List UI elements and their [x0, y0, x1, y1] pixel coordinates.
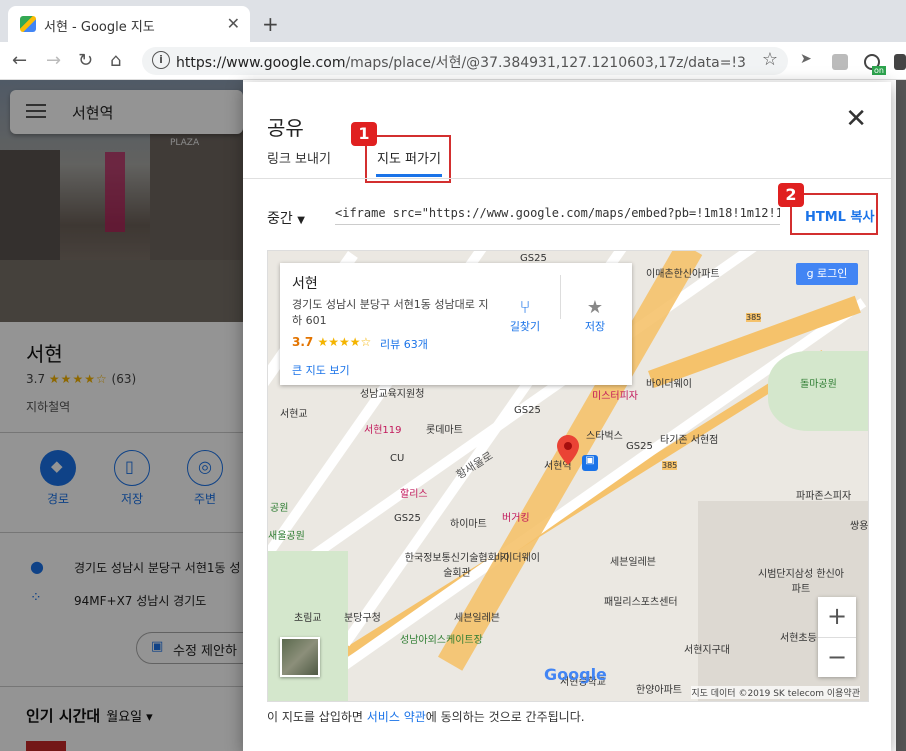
terms-notice: 이 지도를 삽입하면 서비스 약관에 동의하는 것으로 간주됩니다.: [267, 710, 585, 724]
close-icon[interactable]: ✕: [845, 104, 867, 134]
address-bar[interactable]: i https://www.google.com/maps/place/서현/@…: [142, 47, 788, 75]
map-label: 385: [662, 461, 678, 470]
card-reviews-link[interactable]: 리뷰 63개: [380, 336, 428, 352]
reload-icon[interactable]: ↻: [78, 50, 93, 71]
card-save-button[interactable]: ★ 저장: [570, 297, 620, 334]
map-label: 385: [746, 313, 762, 322]
map-attribution[interactable]: 지도 데이터 ©2019 SK telecom 이용약관: [691, 686, 860, 699]
back-icon[interactable]: ←: [12, 50, 27, 71]
annotation-badge-2: 2: [778, 183, 804, 207]
star-icon: ★: [586, 297, 604, 318]
extension-badge: on: [872, 66, 886, 75]
tab-send-link[interactable]: 링크 보내기: [267, 148, 331, 167]
close-tab-icon[interactable]: ✕: [227, 14, 240, 33]
map-label: 스타벅스: [586, 431, 623, 442]
map-label: 세븐일레븐: [454, 613, 500, 624]
google-maps-favicon-icon: [20, 16, 36, 32]
zoom-in-button[interactable]: +: [818, 597, 856, 637]
embedded-map-preview[interactable]: GS25 이매촌한신아파트 385 돌마공원 미스터피자 바이더웨이 서현교 성…: [267, 250, 869, 702]
extension-cursor-icon[interactable]: ➤: [800, 51, 816, 67]
browser-tab-strip: 서현 - Google 지도 ✕ +: [0, 0, 906, 42]
extension-icon[interactable]: [894, 54, 906, 70]
map-label: 타기존 서현점: [660, 435, 719, 446]
size-dropdown[interactable]: 중간 ▼: [267, 208, 305, 228]
embed-code-field[interactable]: <iframe src="https://www.google.com/maps…: [335, 206, 780, 225]
annotation-badge-1: 1: [351, 122, 377, 146]
map-label: 바이더웨이: [494, 553, 540, 564]
google-logo: Google: [544, 665, 607, 684]
page-scrollbar[interactable]: [896, 80, 906, 751]
map-label: 쌍용: [850, 521, 869, 532]
url-text: https://www.google.com/maps/place/서현/@37…: [176, 55, 746, 71]
forward-icon[interactable]: →: [46, 50, 61, 71]
map-label: 초림교: [294, 613, 322, 624]
extension-icon[interactable]: [832, 54, 848, 70]
directions-icon: ⑂: [519, 297, 531, 318]
card-directions-button[interactable]: ⑂ 길찾기: [500, 297, 550, 334]
map-label: 롯데마트: [426, 425, 463, 436]
map-label: 성남교육지원청: [360, 389, 425, 400]
map-label: GS25: [514, 405, 541, 416]
map-label: 분당구청: [344, 613, 381, 624]
map-label: 서현지구대: [684, 645, 730, 656]
map-label: 시범단지삼성 한신아파트: [758, 569, 844, 595]
map-label: 패밀리스포츠센터: [604, 597, 678, 608]
terms-of-service-link[interactable]: 서비스 약관: [367, 710, 426, 724]
map-label: 새울공원: [268, 531, 305, 542]
browser-tab[interactable]: 서현 - Google 지도 ✕: [8, 6, 250, 42]
map-label: 서현초등: [780, 633, 817, 644]
bookmark-star-icon[interactable]: ☆: [762, 49, 778, 70]
dropdown-arrow-icon: ▼: [297, 215, 305, 226]
map-label: 성남아외스케이트장: [400, 635, 483, 646]
card-address: 경기도 성남시 분당구 서현1동 성남대로 지하 601: [292, 298, 489, 327]
browser-toolbar: ← → ↻ ⌂ i https://www.google.com/maps/pl…: [0, 42, 906, 80]
map-label: 공원: [270, 503, 289, 514]
map-label: 서현교: [280, 409, 308, 420]
share-dialog: 공유 ✕ 링크 보내기 지도 퍼가기 1 중간 ▼ <iframe src="h…: [243, 82, 891, 751]
site-info-icon[interactable]: i: [152, 51, 170, 69]
map-label: 하이마트: [450, 519, 487, 530]
annotation-box-1: [365, 135, 451, 183]
modal-overlay[interactable]: [0, 80, 243, 751]
sign-in-button[interactable]: g 로그인: [796, 263, 858, 285]
map-label: 바이더웨이: [646, 379, 692, 390]
map-label: 할리스: [400, 489, 428, 500]
map-label: CU: [390, 453, 405, 464]
card-rating: 3.7 ★★★★☆: [292, 335, 372, 349]
map-marker-icon[interactable]: [557, 435, 579, 465]
new-tab-button[interactable]: +: [262, 12, 279, 36]
map-label: 미스터피자: [592, 391, 638, 402]
home-icon[interactable]: ⌂: [110, 50, 121, 71]
google-g-icon: g: [806, 267, 814, 280]
card-place-name: 서현: [292, 276, 318, 292]
map-label: 서현119: [364, 425, 402, 436]
satellite-toggle[interactable]: [280, 637, 320, 677]
map-label: 이매촌한신아파트: [646, 269, 720, 280]
subway-icon: ▣: [582, 455, 598, 471]
place-side-panel: PLAZA 서현역 서현 3.7 ★★★★☆ (63) 지하철역 ◆ 경로 ▯ …: [0, 80, 266, 751]
tab-title: 서현 - Google 지도: [44, 20, 155, 35]
map-label: 한양아파트: [636, 685, 682, 696]
map-label: 돌마공원: [800, 379, 837, 390]
view-larger-map-link[interactable]: 큰 지도 보기: [292, 362, 350, 378]
place-info-card: 서현 경기도 성남시 분당구 서현1동 성남대로 지하 601 3.7 ★★★★…: [280, 263, 632, 385]
map-label: GS25: [394, 513, 421, 524]
map-label: 파파존스피자: [796, 491, 852, 502]
zoom-controls: + −: [818, 597, 856, 677]
map-label: 세븐일레븐: [610, 557, 656, 568]
zoom-out-button[interactable]: −: [818, 637, 856, 677]
dialog-title: 공유: [267, 116, 304, 140]
map-label: 버거킹: [502, 513, 530, 524]
map-label: GS25: [626, 441, 653, 452]
